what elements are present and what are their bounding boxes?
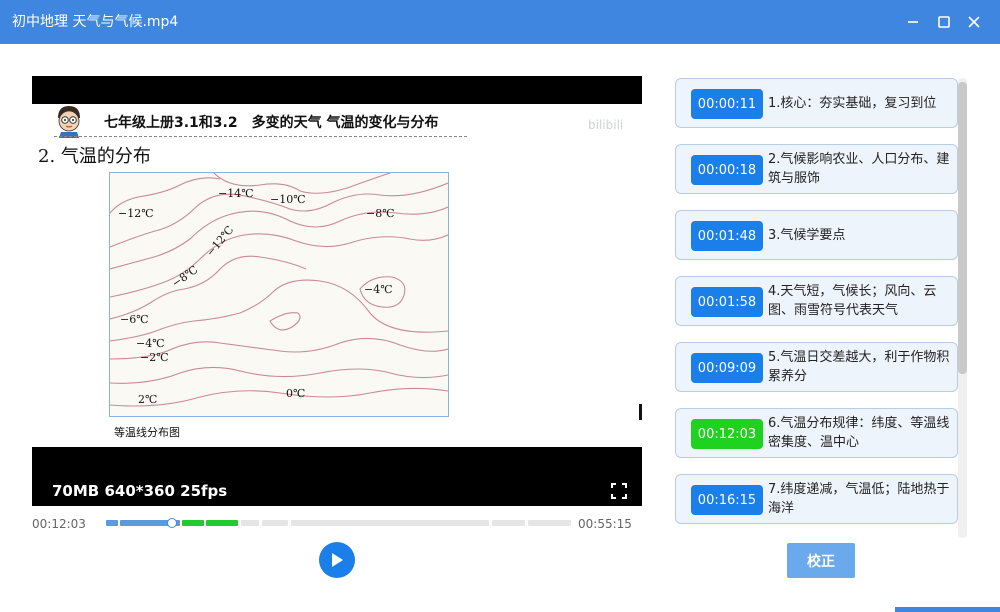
- seek-bar-segment: [106, 520, 118, 526]
- seek-bar-segment: [291, 520, 489, 526]
- chapter-timestamp[interactable]: 00:01:48: [691, 221, 763, 251]
- minimize-button[interactable]: [903, 12, 923, 32]
- bilibili-watermark: bilibili: [588, 118, 624, 132]
- chapter-timestamp[interactable]: 00:01:58: [691, 287, 763, 317]
- isotherm-label: −6℃: [120, 313, 149, 326]
- isotherm-line: [109, 206, 449, 270]
- seek-knob[interactable]: [167, 518, 178, 528]
- isotherm-label: −14℃: [218, 187, 254, 200]
- title-bar: 初中地理 天气与气候.mp4: [0, 0, 1000, 44]
- video-info: 70MB 640*360 25fps: [52, 482, 228, 500]
- isotherm-map: −12℃ −14℃ −10℃ −8℃ −12℃ −8℃ −4℃ −6℃ −4℃ …: [109, 172, 449, 417]
- current-time: 00:12:03: [32, 517, 86, 531]
- slide-subtitle: 2. 气温的分布: [38, 146, 151, 167]
- chapter-title: 5.气温日交差越大，利于作物积累养分: [768, 350, 950, 384]
- chapter-item[interactable]: 00:01:58 4.天气短，气候长；风向、云图、雨雪符号代表天气: [675, 276, 958, 326]
- chapter-title: 4.天气短，气候长；风向、云图、雨雪符号代表天气: [768, 284, 937, 318]
- map-caption: 等温线分布图: [114, 426, 180, 439]
- play-button[interactable]: [319, 542, 355, 578]
- chapter-item[interactable]: 00:09:09 5.气温日交差越大，利于作物积累养分: [675, 342, 958, 392]
- chapter-title: 2.气候影响农业、人口分布、建筑与服饰: [768, 152, 950, 186]
- maximize-button[interactable]: [934, 12, 954, 32]
- isotherm-label: −4℃: [136, 337, 165, 350]
- divider: [54, 136, 467, 137]
- chapter-title: 7.纬度递减，气温低；陆地热于海洋: [768, 482, 950, 516]
- chapter-timestamp[interactable]: 00:00:18: [691, 155, 763, 185]
- isotherm-label: 2℃: [138, 393, 157, 406]
- isotherm-line: [109, 255, 307, 320]
- app-window: 初中地理 天气与气候.mp4 七年级上册3.1和3.2 多变的天气 气温的变化与…: [0, 0, 1000, 612]
- video-frame: 七年级上册3.1和3.2 多变的天气 气温的变化与分布 bilibili 2. …: [32, 104, 642, 447]
- seek-bar-segment: [262, 520, 288, 526]
- chapter-item[interactable]: 00:12:03 6.气温分布规律：纬度、等温线密集度、温中心: [675, 408, 958, 458]
- fullscreen-button[interactable]: [610, 482, 628, 500]
- isotherm-label: −4℃: [364, 283, 393, 296]
- isotherm-label: −8℃: [366, 207, 395, 220]
- video-player[interactable]: 七年级上册3.1和3.2 多变的天气 气温的变化与分布 bilibili 2. …: [32, 76, 642, 506]
- isotherm-line: [269, 312, 301, 331]
- seek-bar-segment: [206, 520, 238, 526]
- chapter-item[interactable]: 00:01:48 3.气候学要点: [675, 210, 958, 260]
- chapter-timestamp[interactable]: 00:16:15: [691, 485, 763, 515]
- chapter-item[interactable]: 00:16:15 7.纬度递减，气温低；陆地热于海洋: [675, 474, 958, 524]
- close-icon: [968, 16, 980, 28]
- chapter-item[interactable]: 00:00:11 1.核心：夯实基础，复习到位: [675, 78, 958, 128]
- isotherm-line: [109, 387, 449, 407]
- chapter-item[interactable]: 00:00:18 2.气候影响农业、人口分布、建筑与服饰: [675, 144, 958, 194]
- scrollbar-thumb[interactable]: [958, 82, 967, 374]
- seek-bar-segment: [492, 520, 525, 526]
- chapter-timestamp[interactable]: 00:00:11: [691, 89, 763, 119]
- close-button[interactable]: [964, 12, 984, 32]
- chapter-title: 6.气温分布规律：纬度、等温线密集度、温中心: [768, 416, 950, 450]
- seek-bar[interactable]: [106, 518, 571, 528]
- total-time: 00:55:15: [578, 517, 632, 531]
- chapter-scrollbar[interactable]: [958, 78, 967, 538]
- isotherm-map-drawing: −12℃ −14℃ −10℃ −8℃ −12℃ −8℃ −4℃ −6℃ −4℃ …: [109, 172, 449, 407]
- slide-header: 七年级上册3.1和3.2 多变的天气 气温的变化与分布: [104, 115, 439, 131]
- maximize-icon: [938, 16, 950, 28]
- isotherm-label: −2℃: [140, 351, 169, 364]
- slide-edge-mark: [639, 404, 642, 420]
- isotherm-label: −12℃: [204, 223, 237, 259]
- teacher-avatar-icon: [58, 106, 80, 138]
- chapter-title: 3.气候学要点: [768, 228, 846, 243]
- isotherm-label: −12℃: [118, 207, 154, 220]
- minimize-icon: [908, 21, 918, 23]
- chapter-timestamp[interactable]: 00:09:09: [691, 353, 763, 383]
- bottom-accent-bar: [895, 607, 1000, 612]
- isotherm-label: 0℃: [286, 387, 305, 400]
- isotherm-line: [109, 279, 449, 342]
- chapter-timestamp[interactable]: 00:12:03: [691, 419, 763, 449]
- play-icon: [332, 553, 343, 567]
- chapter-title: 1.核心：夯实基础，复习到位: [768, 96, 937, 111]
- chapter-list[interactable]: 00:00:11 1.核心：夯实基础，复习到位 00:00:18 2.气候影响农业、人…: [672, 76, 968, 538]
- seek-bar-segment: [528, 520, 571, 526]
- fullscreen-icon: [611, 483, 627, 499]
- seek-bar-segment: [182, 520, 204, 526]
- isotherm-line: [109, 366, 449, 384]
- seek-bar-segment: [241, 520, 259, 526]
- isotherm-label: −10℃: [270, 193, 306, 206]
- confirm-button[interactable]: 校正: [787, 543, 855, 578]
- window-title: 初中地理 天气与气候.mp4: [12, 14, 179, 30]
